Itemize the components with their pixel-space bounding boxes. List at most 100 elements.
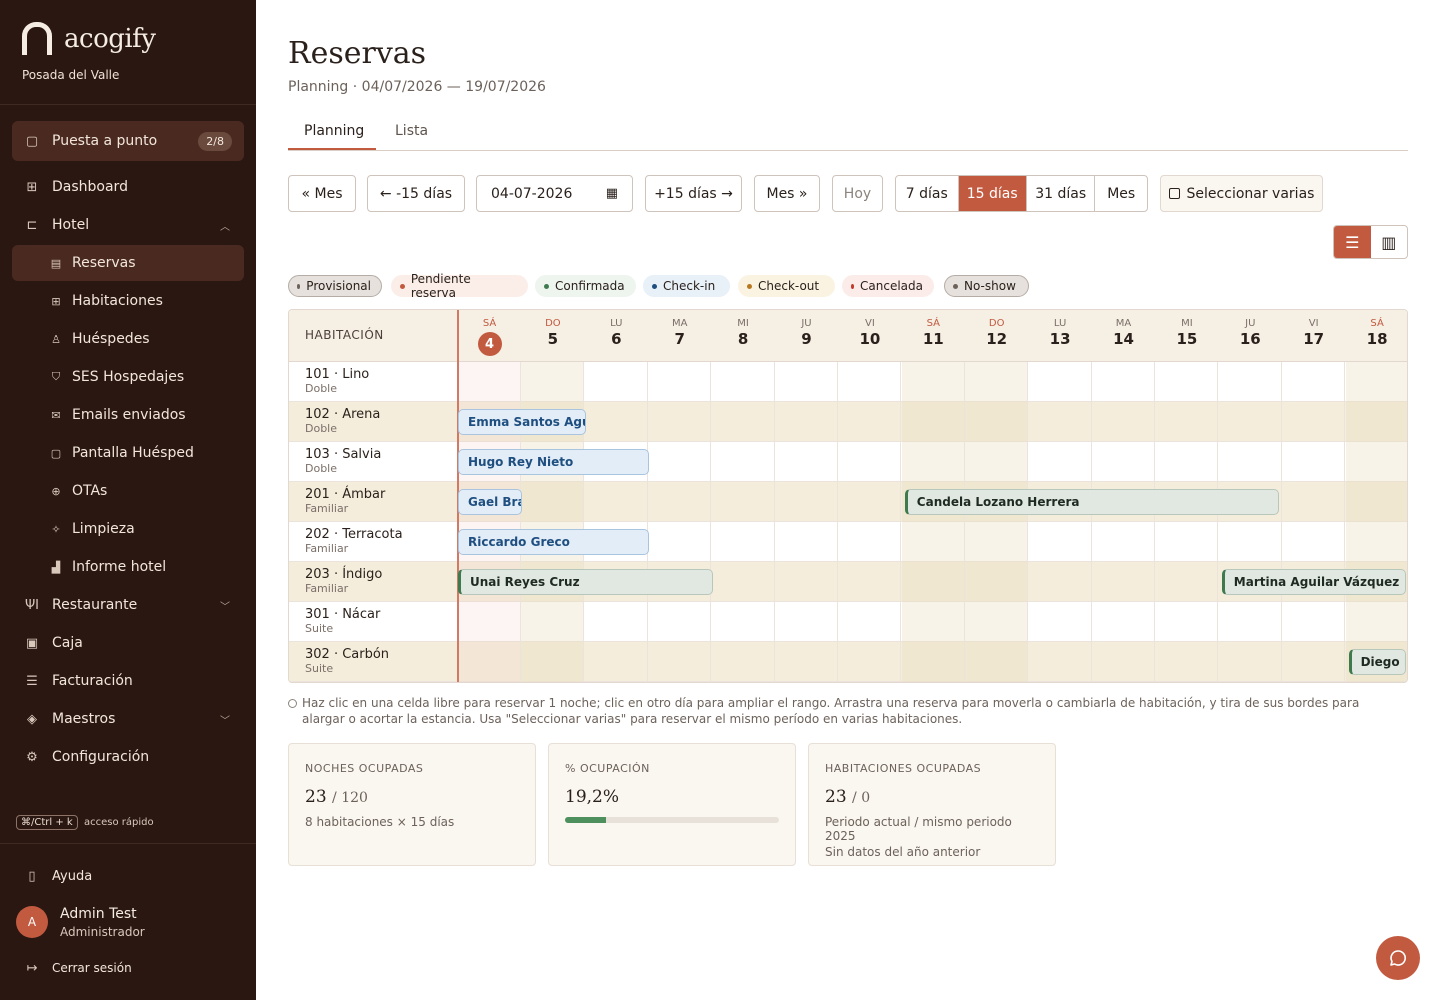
reservation-bar[interactable]: Riccardo Greco [458, 529, 650, 555]
reservation-bar[interactable]: Hugo Rey Nieto [458, 449, 650, 475]
day-cell[interactable] [901, 362, 965, 402]
reservation-bar[interactable]: Unai Reyes Cruz [458, 569, 713, 595]
day-cell[interactable] [1219, 362, 1282, 402]
tab-planning[interactable]: Planning [304, 123, 364, 139]
day-cell[interactable] [838, 562, 902, 602]
day-cell[interactable] [585, 362, 648, 402]
room-cell[interactable]: 301 · Nácar Suite [289, 602, 458, 642]
day-cell[interactable] [1092, 362, 1155, 402]
day-cell[interactable] [648, 602, 712, 642]
day-cell[interactable] [1345, 602, 1407, 642]
select-multiple-button[interactable]: Seleccionar varias [1160, 175, 1323, 212]
day-cell[interactable] [1155, 642, 1219, 682]
reservation-bar[interactable]: Martina Aguilar Vázquez [1221, 569, 1406, 595]
reservation-bar[interactable]: Diego Igl [1348, 649, 1406, 675]
day-cell[interactable] [1282, 522, 1346, 562]
sidebar-item-dashboard[interactable]: ⊞ Dashboard [12, 169, 244, 205]
day-cell[interactable] [521, 482, 585, 522]
day-cell[interactable] [1092, 522, 1155, 562]
sidebar-item-maestros[interactable]: ◈ Maestros ﹀ [12, 701, 244, 737]
day-cell[interactable] [1155, 362, 1219, 402]
tab-lista[interactable]: Lista [395, 123, 428, 139]
day-cell[interactable] [585, 642, 648, 682]
day-cell[interactable] [1155, 522, 1219, 562]
day-cell[interactable] [1092, 402, 1155, 442]
logout-button[interactable]: ↦ Cerrar sesión [12, 950, 244, 986]
day-cell[interactable] [901, 562, 965, 602]
day-cell[interactable] [1282, 402, 1346, 442]
day-cell[interactable] [1029, 402, 1092, 442]
day-cell[interactable] [1029, 522, 1092, 562]
day-cell[interactable] [712, 602, 775, 642]
avatar[interactable]: A [16, 906, 48, 938]
reservation-bar[interactable]: Emma Santos Aguila [458, 409, 586, 435]
day-cell[interactable] [1282, 642, 1346, 682]
day-cell[interactable] [838, 602, 902, 642]
day-cell[interactable] [901, 442, 965, 482]
sidebar-item-ses[interactable]: ⛉ SES Hospedajes [12, 359, 244, 395]
day-cell[interactable] [965, 402, 1029, 442]
help-link[interactable]: ▯ Ayuda [12, 858, 244, 894]
day-cell[interactable] [585, 602, 648, 642]
brand-logo[interactable]: acogify [22, 22, 156, 55]
room-cell[interactable]: 102 · Arena Doble [289, 402, 458, 442]
day-cell[interactable] [712, 442, 775, 482]
day-cell[interactable] [901, 522, 965, 562]
sidebar-item-pantalla[interactable]: ▢ Pantalla Huésped [12, 435, 244, 471]
range-month[interactable]: Mes [1095, 176, 1147, 211]
day-cell[interactable] [1029, 362, 1092, 402]
sidebar-item-huespedes[interactable]: ♙ Huéspedes [12, 321, 244, 357]
day-cell[interactable] [775, 442, 838, 482]
column-view-icon[interactable]: ▥ [1371, 226, 1408, 258]
room-cell[interactable]: 201 · Ámbar Familiar [289, 482, 458, 522]
day-cell[interactable] [521, 602, 585, 642]
day-cell[interactable] [838, 522, 902, 562]
day-cell[interactable] [1155, 562, 1219, 602]
sidebar-item-restaurante[interactable]: ΨΙ Restaurante ﹀ [12, 587, 244, 623]
day-cell[interactable] [1155, 602, 1219, 642]
sidebar-item-otas[interactable]: ⊕ OTAs [12, 473, 244, 509]
room-cell[interactable]: 103 · Salvia Doble [289, 442, 458, 482]
day-cell[interactable] [648, 362, 712, 402]
day-cell[interactable] [838, 442, 902, 482]
day-cell[interactable] [458, 602, 521, 642]
day-cell[interactable] [1219, 402, 1282, 442]
day-cell[interactable] [712, 362, 775, 402]
day-cell[interactable] [775, 642, 838, 682]
day-cell[interactable] [1282, 442, 1346, 482]
range-15-days[interactable]: 15 días [958, 176, 1027, 211]
room-cell[interactable]: 101 · Lino Doble [289, 362, 458, 402]
day-cell[interactable] [901, 402, 965, 442]
day-cell[interactable] [712, 402, 775, 442]
day-cell[interactable] [965, 602, 1029, 642]
day-cell[interactable] [458, 362, 521, 402]
day-cell[interactable] [1092, 642, 1155, 682]
room-cell[interactable]: 202 · Terracota Familiar [289, 522, 458, 562]
room-cell[interactable]: 203 · Índigo Familiar [289, 562, 458, 602]
reservation-bar[interactable]: Candela Lozano Herrera [904, 489, 1280, 515]
today-button[interactable]: Hoy [832, 175, 883, 212]
reservation-bar[interactable]: Gael Brav [458, 489, 523, 515]
day-cell[interactable] [1092, 562, 1155, 602]
day-cell[interactable] [1282, 602, 1346, 642]
day-cell[interactable] [1219, 642, 1282, 682]
day-cell[interactable] [965, 642, 1029, 682]
day-cell[interactable] [1219, 522, 1282, 562]
day-cell[interactable] [775, 362, 838, 402]
day-cell[interactable] [458, 642, 521, 682]
day-cell[interactable] [1345, 522, 1407, 562]
day-cell[interactable] [838, 642, 902, 682]
sidebar-item-configuracion[interactable]: ⚙ Configuración [12, 739, 244, 775]
day-cell[interactable] [648, 402, 712, 442]
sidebar-item-emails[interactable]: ✉ Emails enviados [12, 397, 244, 433]
day-cell[interactable] [1219, 442, 1282, 482]
day-cell[interactable] [775, 602, 838, 642]
range-31-days[interactable]: 31 días [1027, 176, 1096, 211]
next-15-days-button[interactable]: +15 días → [645, 175, 742, 212]
day-cell[interactable] [521, 362, 585, 402]
day-cell[interactable] [1092, 442, 1155, 482]
day-cell[interactable] [1282, 482, 1346, 522]
prev-15-days-button[interactable]: ← -15 días [367, 175, 465, 212]
day-cell[interactable] [1345, 442, 1407, 482]
sidebar-item-limpieza[interactable]: ✧ Limpieza [12, 511, 244, 547]
